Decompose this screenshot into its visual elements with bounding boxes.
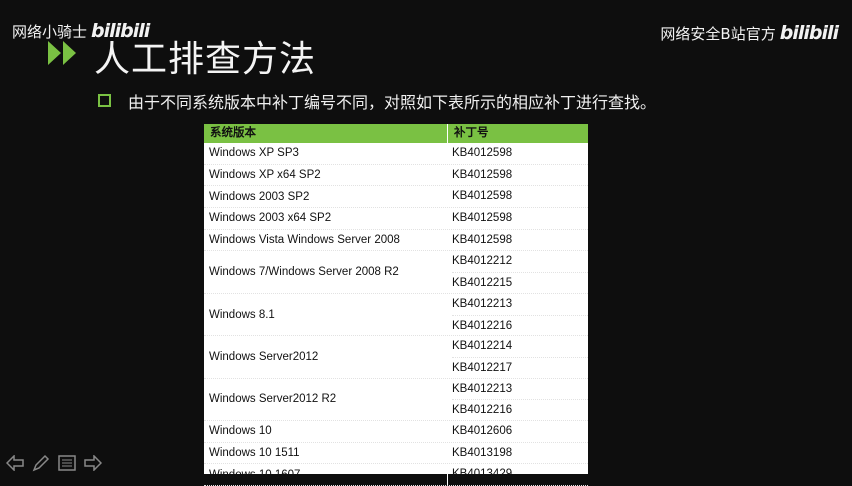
header-system: 系统版本 [204, 124, 448, 143]
patch-number: KB4012217 [452, 356, 588, 379]
forward-arrow-icon[interactable] [84, 454, 102, 472]
patch-number-cell: KB4012598 [448, 230, 588, 251]
patch-number: KB4012213 [452, 297, 513, 310]
double-arrow-icon [48, 41, 76, 65]
slide-nav [6, 454, 102, 472]
system-version-cell: Windows 10 [204, 421, 448, 442]
watermark-right-text: 网络安全B站官方 [660, 25, 776, 43]
system-version-cell: Windows Vista Windows Server 2008 [204, 229, 448, 251]
table-row: Windows XP SP3 KB4012598 [204, 143, 588, 165]
system-version-cell: Windows 2003 x64 SP2 [204, 208, 448, 229]
patch-number-cell: KB4013429 [448, 464, 588, 485]
patch-number: KB4012212 [452, 255, 513, 268]
table-row: Windows 10 KB4012606 [204, 421, 588, 443]
patch-number-cell: KB4012606 [448, 421, 588, 442]
patch-number-cell: KB4012213 KB4012216 [448, 294, 588, 335]
bilibili-logo-right: bilibili [779, 22, 839, 44]
slide-title: 人工排查方法 [94, 39, 317, 80]
system-version-cell: Windows 8.1 [204, 293, 448, 336]
patch-number: KB4012215 [452, 272, 588, 294]
patch-number: KB4012598 [452, 168, 513, 181]
menu-icon[interactable] [58, 454, 76, 472]
header-patch: 补丁号 [454, 127, 489, 139]
patch-number: KB4012216 [452, 314, 588, 337]
patch-number: KB4012213 [452, 382, 513, 395]
table-body: Windows XP SP3 KB4012598 Windows XP x64 SP… [204, 143, 588, 486]
patch-number: KB4013429 [452, 468, 513, 481]
system-version-cell: Windows XP SP3 [204, 143, 448, 164]
patch-number-cell: KB4012598 [448, 208, 588, 229]
patch-number-cell: KB4012214 KB4012217 [448, 336, 588, 377]
table-row: Windows 7/Windows Server 2008 R2 KB401221… [204, 251, 588, 294]
table-row: Windows Server2012 R2 KB4012213 KB4012216 [204, 378, 588, 421]
table-row: Windows 10 1607 KB4013429 [204, 464, 588, 486]
system-version-cell: Windows Server2012 [204, 336, 448, 378]
patch-number: KB4012214 [452, 340, 513, 353]
system-version-cell: Windows 2003 SP2 [204, 186, 448, 208]
system-version-cell: Windows 7/Windows Server 2008 R2 [204, 251, 448, 293]
patch-number: KB4012216 [452, 399, 588, 421]
patch-number-cell: KB4012212 KB4012215 [448, 251, 588, 292]
table-row: Windows 2003 x64 SP2 KB4012598 [204, 208, 588, 230]
system-version-cell: Windows 10 1511 [204, 442, 448, 464]
patch-number-cell: KB4012598 [448, 143, 588, 164]
table-row: Windows 2003 SP2 KB4012598 [204, 186, 588, 209]
patch-number: KB4012598 [452, 190, 513, 203]
table-header: 系统版本 补丁号 [204, 124, 588, 143]
patch-number-cell: KB4012598 [448, 186, 588, 207]
patch-number: KB4012606 [452, 425, 513, 437]
table-row: Windows 10 1511 KB4013198 [204, 442, 588, 465]
bullet-text: 由于不同系统版本中补丁编号不同，对照如下表所示的相应补丁进行查找。 [128, 93, 657, 112]
system-version-cell: Windows Server2012 R2 [204, 378, 448, 420]
patch-number-cell: KB4012213 KB4012216 [448, 379, 588, 420]
table-row: Windows Vista Windows Server 2008 KB40125… [204, 229, 588, 252]
system-version-cell: Windows 10 1607 [204, 464, 448, 486]
patch-number-cell: KB4012598 [448, 165, 588, 186]
back-arrow-icon[interactable] [6, 454, 24, 472]
patch-number-cell: KB4013198 [448, 443, 588, 464]
patch-table: 系统版本 补丁号 Windows XP SP3 KB4012598 Windows … [204, 124, 588, 486]
watermark-right: 网络安全B站官方 bilibili [660, 22, 839, 44]
table-row: Windows Server2012 KB4012214 KB4012217 [204, 336, 588, 379]
bullet-square-icon [98, 94, 111, 107]
system-version-cell: Windows XP x64 SP2 [204, 164, 448, 186]
table-row: Windows 8.1 KB4012213 KB4012216 [204, 293, 588, 337]
table-row: Windows XP x64 SP2 KB4012598 [204, 164, 588, 187]
patch-number: KB4013198 [452, 446, 513, 459]
patch-number: KB4012598 [452, 147, 513, 159]
patch-number: KB4012598 [452, 212, 513, 225]
pen-icon[interactable] [32, 454, 50, 472]
patch-number: KB4012598 [452, 233, 513, 246]
